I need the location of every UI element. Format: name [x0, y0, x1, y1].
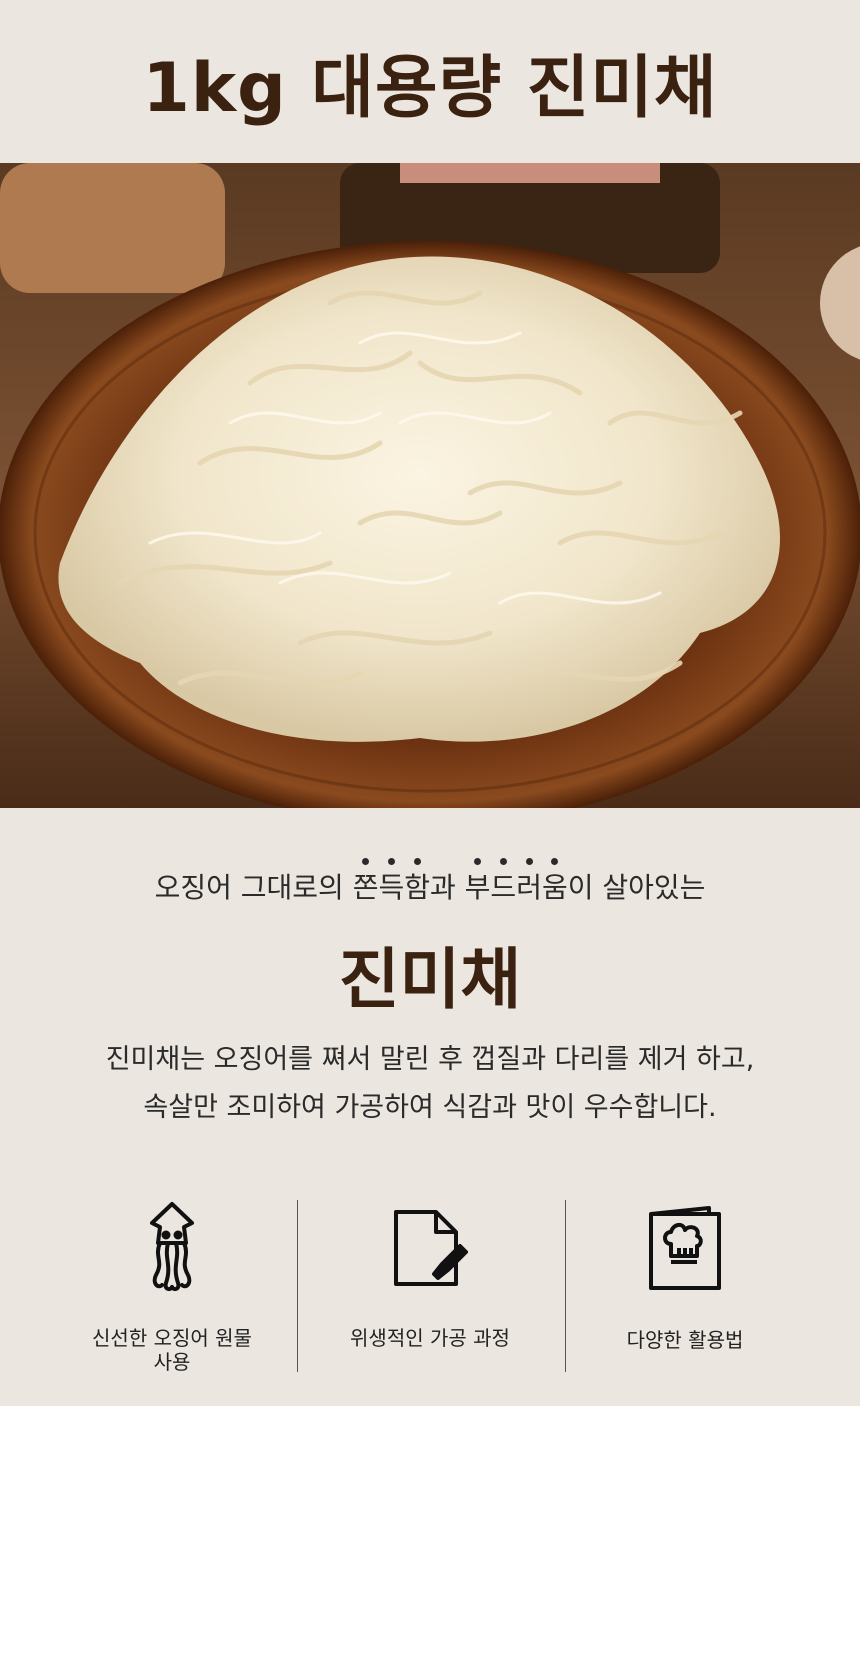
subtitle-text-mid: 과: [429, 871, 465, 904]
feature-divider: [297, 1200, 298, 1372]
feature-fresh-squid: 신선한 오징어 원물 사용: [42, 1198, 302, 1374]
feature-various-uses: 다양한 활용법: [555, 1198, 815, 1352]
recipe-book-icon: [555, 1198, 815, 1298]
description-line-2: 속살만 조미하여 가공하여 식감과 맛이 우수합니다.: [143, 1092, 717, 1123]
page-title: 1kg 대용량 진미채: [142, 49, 718, 128]
feature-list: 신선한 오징어 원물 사용 위생적인 가공 과정 다양한 활용법: [0, 1198, 860, 1378]
emphasis-syllable: 러: [516, 858, 542, 906]
squid-icon: [42, 1198, 302, 1298]
intro-subtitle: 오징어 그대로의 쫀득함과 부드러움이 살아있는: [0, 858, 860, 906]
emphasis-syllable: 함: [404, 858, 430, 906]
emphasis-syllable: 부: [465, 858, 490, 906]
product-photo: [0, 163, 860, 808]
page-header: 1kg 대용량 진미채: [0, 0, 860, 163]
product-info-section: 오징어 그대로의 쫀득함과 부드러움이 살아있는 진미채 진미채는 오징어를 쪄…: [0, 808, 860, 1406]
product-description: 진미채는 오징어를 쪄서 말린 후 껍질과 다리를 제거 하고, 속살만 조미하…: [0, 1036, 860, 1132]
emphasis-syllable: 드: [490, 858, 516, 906]
emphasis-syllable: 득: [378, 858, 404, 906]
feature-label-line-1: 위생적인 가공 과정: [350, 1326, 510, 1350]
subtitle-text-before: 오징어 그대로의: [154, 871, 353, 904]
feature-label-line-1: 다양한 활용법: [626, 1328, 744, 1352]
emphasis-syllable: 움: [542, 858, 568, 906]
feature-label-line-2: 사용: [153, 1350, 191, 1374]
emphasis-syllable: 쫀: [353, 858, 378, 906]
document-edit-icon: [300, 1198, 560, 1298]
subtitle-emphasis-soft: 부드러움: [465, 858, 568, 906]
feature-hygienic-process: 위생적인 가공 과정: [300, 1198, 560, 1350]
subtitle-text-after: 이 살아있는: [567, 871, 706, 904]
feature-label-line-1: 신선한 오징어 원물: [92, 1326, 252, 1350]
subtitle-emphasis-chewy: 쫀득함: [353, 858, 430, 906]
description-line-1: 진미채는 오징어를 쪄서 말린 후 껍질과 다리를 제거 하고,: [105, 1044, 755, 1075]
product-name: 진미채: [338, 941, 522, 1018]
